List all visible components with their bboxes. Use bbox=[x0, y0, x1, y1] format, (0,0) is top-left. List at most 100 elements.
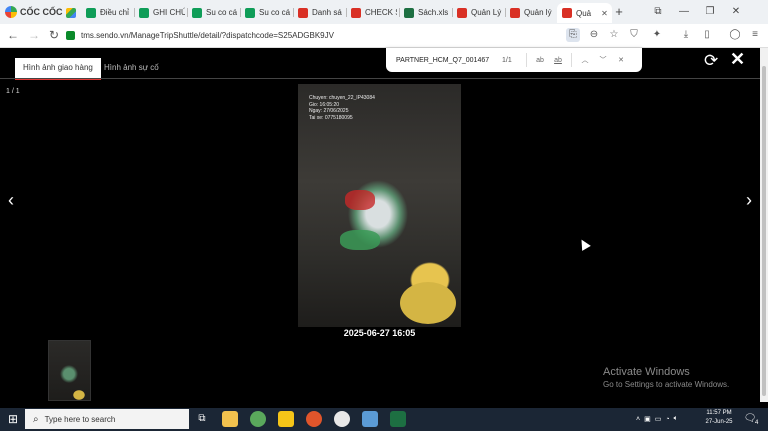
find-match-count: 1/1 bbox=[502, 56, 512, 64]
profile-icon[interactable]: ◯ bbox=[728, 28, 742, 42]
google-drive-icon bbox=[66, 7, 76, 18]
search-icon: ⌕ bbox=[33, 413, 39, 425]
app-tray-icon[interactable]: ▣ bbox=[644, 415, 651, 423]
sticky-notes-icon[interactable] bbox=[278, 411, 294, 427]
tab-separator bbox=[240, 8, 241, 17]
screenshot-icon[interactable]: ⧉ bbox=[651, 5, 665, 19]
sendo-icon bbox=[510, 7, 520, 18]
scrollbar-thumb[interactable] bbox=[762, 66, 766, 396]
chevron-down-icon[interactable]: ﹀ bbox=[594, 55, 612, 65]
tab-separator bbox=[187, 8, 188, 17]
app-icon[interactable] bbox=[306, 411, 322, 427]
tab-1[interactable]: Điều chỉ bbox=[86, 4, 132, 21]
rotate-icon[interactable]: ⟳ bbox=[704, 51, 718, 71]
reload-button[interactable]: ↻ bbox=[47, 28, 61, 42]
tab-label: Điều chỉ bbox=[100, 8, 129, 17]
sendo-icon bbox=[351, 7, 361, 18]
browser-brand-label: CỐC CỐC bbox=[20, 7, 63, 17]
close-find-icon[interactable]: ✕ bbox=[612, 56, 630, 64]
photo-detail bbox=[340, 230, 380, 250]
site-security-icon[interactable] bbox=[66, 31, 75, 40]
tab-7[interactable]: Sách.xls bbox=[404, 4, 450, 21]
clock-time: 11:57 PM bbox=[706, 410, 732, 416]
sendo-icon bbox=[457, 7, 467, 18]
sheets-icon bbox=[192, 7, 202, 18]
restore-button[interactable]: ❐ bbox=[703, 5, 717, 19]
coccoc-logo[interactable]: CỐC CỐC bbox=[5, 5, 63, 19]
tab-3[interactable]: Su co cá bbox=[192, 4, 238, 21]
notification-count: 4 bbox=[755, 420, 759, 426]
tab-separator bbox=[346, 8, 347, 17]
tab-label: Su co cá bbox=[259, 8, 291, 17]
activation-title: Activate Windows bbox=[603, 366, 690, 378]
windows-start-button[interactable]: ⊞ bbox=[6, 412, 20, 426]
tab-separator bbox=[134, 8, 135, 17]
tab-separator bbox=[293, 8, 294, 17]
address-bar[interactable]: tms.sendo.vn/ManageTripShuttle/detail/?d… bbox=[66, 27, 556, 44]
chevron-up-icon[interactable]: ˄ bbox=[636, 416, 640, 423]
tab-5[interactable]: Danh sá bbox=[298, 4, 344, 21]
minimize-button[interactable]: — bbox=[677, 5, 691, 19]
tab-label: Sách.xls bbox=[418, 8, 449, 17]
file-explorer-icon[interactable] bbox=[222, 411, 238, 427]
menu-icon[interactable]: ≡ bbox=[748, 28, 762, 42]
close-window-button[interactable]: ✕ bbox=[729, 5, 743, 19]
extensions-icon[interactable]: ✦ bbox=[650, 28, 664, 42]
chevron-up-icon[interactable]: ︿ bbox=[576, 55, 594, 65]
tab-separator bbox=[452, 8, 453, 17]
volume-icon[interactable]: 🔈︎ bbox=[674, 415, 678, 423]
clock-date: 27-Jun-25 bbox=[705, 419, 733, 425]
network-icon[interactable]: ◔ bbox=[665, 416, 669, 423]
photo-timestamp-stamp: Chuyen: chuyen_22_IP43084 Gio: 16:05:20 … bbox=[309, 95, 375, 121]
download-icon[interactable]: ⤓ bbox=[679, 28, 693, 42]
tab-4[interactable]: Su co cá bbox=[245, 4, 291, 21]
sheets-icon bbox=[245, 7, 255, 18]
photo-detail bbox=[345, 190, 375, 210]
tab-8[interactable]: Quản Lý bbox=[457, 4, 503, 21]
previous-image-button[interactable]: ‹ bbox=[3, 190, 19, 211]
tab-label: CHECK S bbox=[365, 8, 397, 17]
find-separator bbox=[571, 53, 572, 67]
shield-icon[interactable]: ⛉ bbox=[627, 28, 641, 42]
close-viewer-icon[interactable]: ✕ bbox=[730, 49, 745, 70]
tab-active[interactable]: Quả ✕ bbox=[557, 3, 612, 23]
tab-9[interactable]: Quản lý bbox=[510, 4, 556, 21]
sidebar-icon[interactable]: ▯ bbox=[700, 28, 714, 42]
new-tab-button[interactable]: + bbox=[612, 5, 626, 19]
task-view-icon[interactable]: ⧉ bbox=[194, 411, 210, 427]
tab-2[interactable]: GHI CHÚ bbox=[139, 4, 185, 21]
zoom-icon[interactable]: ⊖ bbox=[587, 28, 601, 42]
find-in-page-icon[interactable]: ⎘ bbox=[566, 28, 580, 42]
taskbar-search-box[interactable]: ⌕ Type here to search bbox=[25, 409, 189, 429]
tab-label: Quản Lý bbox=[471, 8, 502, 17]
image-counter: 1 / 1 bbox=[6, 88, 20, 95]
tab-incident-images[interactable]: Hình ảnh sự cố bbox=[96, 58, 167, 78]
search-placeholder: Type here to search bbox=[44, 414, 116, 424]
coccoc-taskbar-icon[interactable] bbox=[250, 411, 266, 427]
match-case-button[interactable]: ab bbox=[531, 57, 549, 64]
taskbar-clock[interactable]: 11:57 PM 27-Jun-25 bbox=[700, 409, 738, 427]
app-icon[interactable] bbox=[362, 411, 378, 427]
tab-separator bbox=[399, 8, 400, 17]
battery-icon[interactable]: ▭ bbox=[655, 415, 662, 423]
photo-detail bbox=[400, 282, 456, 324]
back-button[interactable]: ← bbox=[6, 28, 20, 42]
excel-taskbar-icon[interactable] bbox=[390, 411, 406, 427]
photo-thumbnail[interactable] bbox=[48, 340, 91, 401]
sendo-icon bbox=[298, 7, 308, 18]
tab-delivery-images[interactable]: Hình ảnh giao hàng bbox=[15, 58, 101, 80]
find-separator bbox=[526, 53, 527, 67]
forward-button[interactable]: → bbox=[27, 28, 41, 42]
whole-word-button[interactable]: ab bbox=[549, 57, 567, 64]
stamp-line: Chuyen: chuyen_22_IP43084 bbox=[309, 95, 375, 101]
find-input[interactable] bbox=[394, 55, 498, 65]
sheets-icon bbox=[86, 7, 96, 18]
tab-6[interactable]: CHECK S bbox=[351, 4, 397, 21]
bookmark-star-icon[interactable]: ☆ bbox=[607, 28, 621, 42]
url-text: tms.sendo.vn/ManageTripShuttle/detail/?d… bbox=[81, 31, 334, 40]
activation-subtitle: Go to Settings to activate Windows. bbox=[603, 380, 730, 389]
close-tab-icon[interactable]: ✕ bbox=[601, 9, 608, 18]
tab-drive[interactable] bbox=[66, 4, 82, 21]
chrome-icon[interactable] bbox=[334, 411, 350, 427]
next-image-button[interactable]: › bbox=[741, 190, 757, 211]
